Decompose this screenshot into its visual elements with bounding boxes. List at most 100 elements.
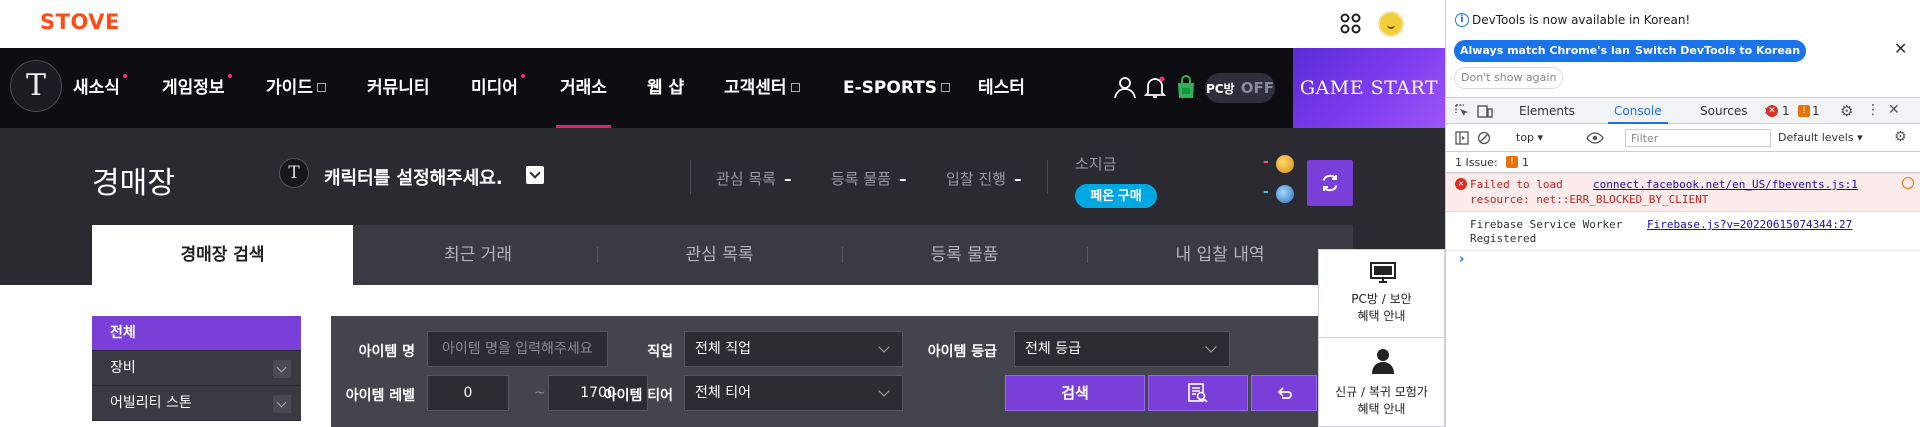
log-levels-select[interactable]: Default levels ▾ bbox=[1778, 131, 1863, 144]
pc-cafe-state: OFF bbox=[1240, 79, 1275, 97]
pc-benefit-link[interactable]: PC방 / 보안 혜택 안내 bbox=[1319, 291, 1444, 325]
tier-select[interactable]: 전체 티어 bbox=[684, 375, 903, 411]
tab-registered-items[interactable]: 등록 물품 bbox=[842, 225, 1087, 285]
stat-bidding[interactable]: 입찰 진행 – bbox=[946, 168, 1021, 189]
nav-webshop[interactable]: 웹 샵 bbox=[647, 48, 684, 128]
error-source-link[interactable]: connect.facebook.net/en_US/fbevents.js:1 bbox=[1593, 178, 1858, 191]
sidebar-toggle-icon[interactable] bbox=[1455, 131, 1469, 145]
item-level-min-input[interactable] bbox=[427, 375, 509, 411]
warning-count-icon[interactable]: ! bbox=[1798, 105, 1810, 117]
clear-console-icon[interactable] bbox=[1477, 131, 1491, 145]
nav-esports[interactable]: E-SPORTS bbox=[843, 48, 950, 128]
item-level-label: 아이템 레벨 bbox=[345, 388, 415, 404]
tab-auction-search[interactable]: 경매장 검색 bbox=[92, 225, 353, 285]
console-settings-gear-icon[interactable]: ⚙ bbox=[1894, 129, 1907, 145]
class-select-value: 전체 직업 bbox=[695, 341, 751, 357]
game-start-button[interactable]: GAME START bbox=[1293, 48, 1445, 128]
character-dropdown-icon[interactable] bbox=[526, 166, 544, 184]
chevron-down-icon[interactable] bbox=[273, 360, 291, 378]
close-icon[interactable]: ✕ bbox=[1894, 39, 1907, 58]
nav-guide-label: 가이드 bbox=[266, 78, 313, 98]
nav-news-label: 새소식 bbox=[73, 78, 120, 98]
notification-bell-icon[interactable] bbox=[1142, 74, 1168, 100]
inspect-element-icon[interactable] bbox=[1455, 104, 1469, 118]
nav-media[interactable]: 미디어 bbox=[471, 48, 525, 128]
settings-gear-icon[interactable]: ⚙ bbox=[1840, 102, 1853, 120]
pheon-purchase-button[interactable]: 페온 구매 bbox=[1075, 184, 1157, 208]
reset-button[interactable] bbox=[1251, 375, 1317, 411]
divider bbox=[690, 160, 691, 194]
search-button[interactable]: 검색 bbox=[1005, 375, 1145, 411]
nav-community-label: 커뮤니티 bbox=[367, 78, 430, 98]
character-select[interactable]: 캐릭터를 설정해주세요. bbox=[324, 164, 503, 190]
external-link-icon bbox=[941, 83, 950, 92]
user-avatar[interactable] bbox=[1378, 11, 1404, 37]
device-toolbar-icon[interactable] bbox=[1477, 104, 1493, 118]
stat-bidding-label: 입찰 진행 bbox=[946, 170, 1006, 188]
user-icon[interactable] bbox=[1112, 74, 1138, 100]
nav-support[interactable]: 고객센터 bbox=[724, 48, 800, 128]
lostark-emblem-logo[interactable]: T bbox=[10, 60, 62, 112]
pc-cafe-badge[interactable]: PC방 OFF bbox=[1205, 73, 1275, 103]
nav-tester[interactable]: 테스터 bbox=[978, 48, 1025, 128]
switch-to-korean-button[interactable]: Switch DevTools to Korean bbox=[1629, 40, 1807, 62]
reset-arrow-icon bbox=[1277, 387, 1292, 399]
external-link-icon bbox=[316, 83, 326, 92]
stove-logo[interactable]: STOVE bbox=[40, 10, 120, 34]
grade-label: 아이템 등급 bbox=[927, 344, 997, 360]
grade-select[interactable]: 전체 등급 bbox=[1014, 331, 1230, 367]
context-select[interactable]: top ▾ bbox=[1516, 131, 1543, 144]
tab-watchlist[interactable]: 관심 목록 bbox=[597, 225, 842, 285]
new-benefit-line1: 신규 / 복귀 모험가 bbox=[1335, 385, 1428, 399]
new-returning-benefit-link[interactable]: 신규 / 복귀 모험가 혜택 안내 bbox=[1319, 384, 1444, 418]
context-value: top bbox=[1516, 131, 1535, 144]
devtools-tab-sources[interactable]: Sources bbox=[1700, 98, 1747, 124]
error-count[interactable]: 1 bbox=[1782, 104, 1790, 118]
nav-support-label: 고객센터 bbox=[724, 78, 787, 98]
dont-show-again-button[interactable]: Don't show again bbox=[1454, 67, 1564, 89]
nav-exchange-label: 거래소 bbox=[560, 78, 607, 98]
nav-game-info-label: 게임정보 bbox=[162, 78, 225, 98]
nav-esports-label: E-SPORTS bbox=[843, 78, 937, 98]
refresh-icon bbox=[1322, 174, 1338, 192]
console-error-message: ✕ Failed to load connect.facebook.net/en… bbox=[1446, 173, 1920, 212]
chevron-down-icon[interactable] bbox=[273, 395, 291, 413]
log-source-link[interactable]: Firebase.js?v=20220615074344:27 bbox=[1647, 218, 1852, 231]
devtools-tab-elements[interactable]: Elements bbox=[1519, 98, 1575, 124]
item-name-input[interactable] bbox=[427, 331, 608, 367]
console-filter-input[interactable] bbox=[1625, 129, 1771, 147]
warning-count[interactable]: 1 bbox=[1812, 104, 1820, 118]
global-nav: T 새소식 게임정보 가이드 커뮤니티 미디어 거래소 웹 샵 고객센터 E-S… bbox=[0, 48, 1445, 128]
category-ability-stone[interactable]: 어빌리티 스톤 bbox=[92, 386, 301, 421]
apps-grid-icon[interactable] bbox=[1340, 13, 1362, 35]
tab-recent-trades[interactable]: 최근 거래 bbox=[353, 225, 603, 285]
side-benefit-panel: PC방 / 보안 혜택 안내 신규 / 복귀 모험가 혜택 안내 bbox=[1318, 249, 1445, 427]
gold-coin-icon bbox=[1276, 155, 1294, 173]
nav-news[interactable]: 새소식 bbox=[73, 48, 127, 128]
error-info-icon[interactable] bbox=[1902, 177, 1914, 189]
kebab-menu-icon[interactable]: ⋮ bbox=[1866, 102, 1880, 118]
refresh-button[interactable] bbox=[1307, 160, 1353, 206]
issues-bar[interactable]: 1 Issue: ! 1 bbox=[1446, 152, 1920, 173]
class-select[interactable]: 전체 직업 bbox=[684, 331, 903, 367]
detail-search-button[interactable] bbox=[1148, 375, 1248, 411]
category-equipment[interactable]: 장비 bbox=[92, 351, 301, 386]
close-devtools-icon[interactable]: ✕ bbox=[1888, 102, 1900, 118]
devtools-tab-console[interactable]: Console bbox=[1608, 98, 1668, 124]
console-prompt-icon[interactable]: › bbox=[1459, 252, 1464, 267]
nav-exchange[interactable]: 거래소 bbox=[556, 48, 611, 128]
stat-registered[interactable]: 등록 물품 – bbox=[831, 168, 906, 189]
error-text-line2: resource: net::ERR_BLOCKED_BY_CLIENT bbox=[1470, 193, 1709, 206]
tab-my-bids[interactable]: 내 입찰 내역 bbox=[1087, 225, 1353, 285]
log-text-line1: Firebase Service Worker bbox=[1470, 218, 1623, 231]
nav-game-info[interactable]: 게임정보 bbox=[162, 48, 232, 128]
nav-guide[interactable]: 가이드 bbox=[266, 48, 326, 128]
error-count-icon[interactable]: ✕ bbox=[1766, 105, 1778, 117]
shop-bag-icon[interactable] bbox=[1173, 74, 1199, 100]
eye-icon[interactable] bbox=[1586, 132, 1604, 144]
nav-community[interactable]: 커뮤니티 bbox=[367, 48, 430, 128]
new-dot-icon bbox=[227, 74, 232, 78]
issue-warning-icon: ! bbox=[1506, 156, 1518, 168]
category-all[interactable]: 전체 bbox=[92, 316, 301, 351]
stat-watchlist[interactable]: 관심 목록 – bbox=[716, 168, 791, 189]
